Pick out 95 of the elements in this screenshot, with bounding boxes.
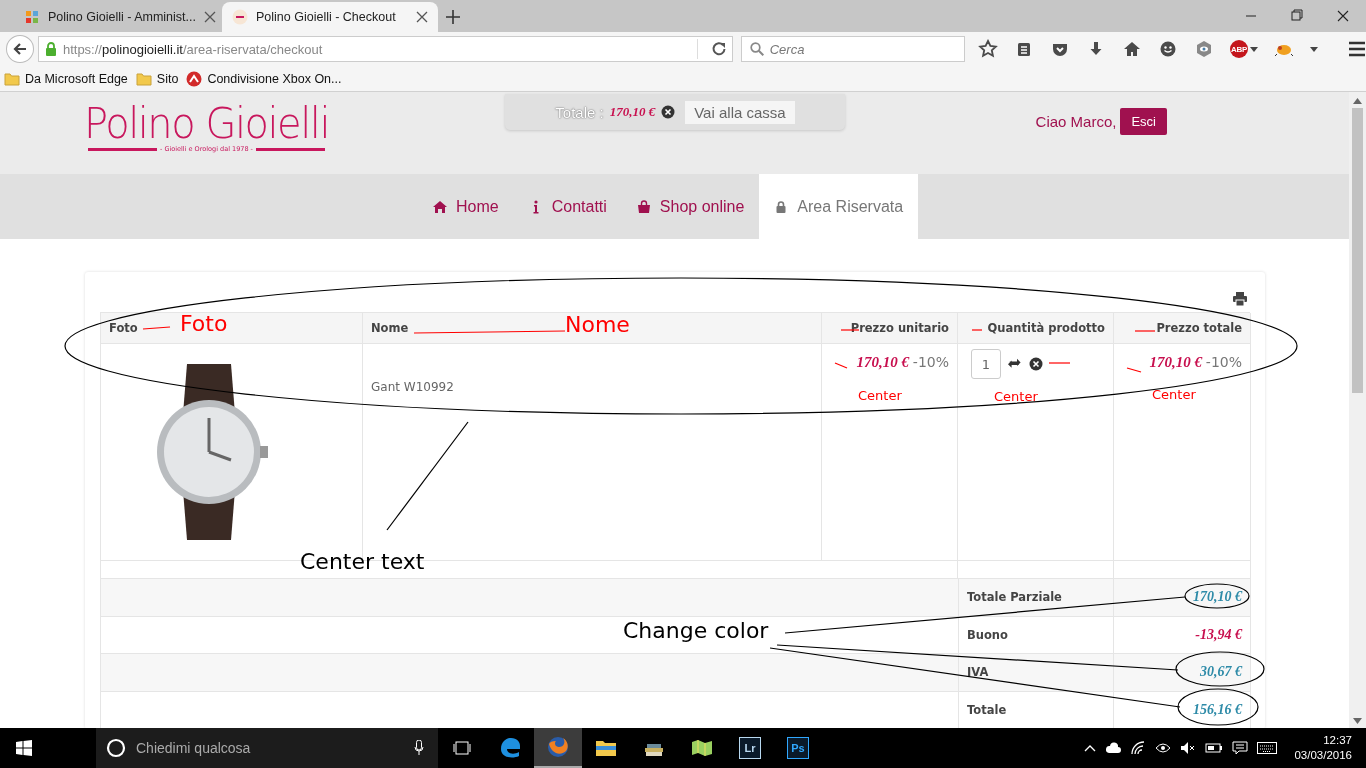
shopping-bag-icon [636,199,651,214]
cart-total-label: Totale : [555,103,604,121]
summary-value: 156,16 € [1193,701,1242,718]
url-text: https://polinogioielli.it/area-riservata/checkout [62,41,324,57]
cart-total-amount: 170,10 € [609,104,656,120]
microphone-icon[interactable] [414,740,424,756]
lock-icon [774,199,789,214]
site-favicon-icon [232,9,248,25]
smiley-icon[interactable] [1158,39,1178,59]
cortana-icon [106,738,126,758]
folder-icon [4,71,20,86]
address-bar[interactable]: https://polinogioielli.it/area-riservata/checkout [37,36,733,62]
print-icon[interactable] [1233,292,1247,306]
menu-item[interactable]: Home [418,174,514,239]
scroll-down-icon[interactable] [1353,718,1362,724]
checkout-button[interactable]: Vai alla cassa [685,100,795,124]
caret-up-icon[interactable] [1084,744,1097,752]
annotation-dash [971,329,983,331]
browser-tab[interactable]: Polino Gioielli - Amminist... [20,2,222,32]
clear-cart-icon[interactable] [661,105,676,119]
firefox-icon[interactable] [546,735,570,759]
bookmark[interactable]: Da Microsoft Edge [4,71,128,86]
menu-icon[interactable] [1348,41,1366,57]
column-header: Prezzo totale [1114,313,1251,344]
notifications-icon[interactable] [1232,741,1249,755]
annotation-dash [1134,330,1156,332]
annotation-label: Nome [565,313,630,338]
scroll-up-icon[interactable] [1353,98,1362,104]
annotation-ellipse [1184,583,1250,609]
eye-tray-icon[interactable] [1155,742,1172,754]
folder-icon [135,71,152,86]
greeting-text: Ciao Marco, [1035,113,1117,130]
summary-value: 170,10 € [1193,589,1242,606]
back-button[interactable] [6,35,34,63]
annotation-dash [1048,362,1071,364]
app-icon[interactable]: Ps [787,737,809,759]
annotation-label: Foto [180,312,228,337]
home-icon [433,199,447,214]
unit-price: 170,10 € [856,354,909,370]
star-icon[interactable] [978,39,998,59]
clock[interactable]: 12:37 03/03/2016 [1294,733,1352,763]
volume-muted-icon[interactable] [1180,741,1197,755]
adblock-badge[interactable]: ABP [1230,40,1248,58]
puzzle-logo-icon [24,9,40,25]
task-view-icon[interactable] [453,741,471,755]
annotation-label: Center [858,389,902,404]
search-icon [749,42,764,56]
annotation-dash [834,362,848,369]
battery-icon[interactable] [1205,742,1224,754]
menu-item[interactable]: Shop online [621,174,760,239]
map-icon[interactable] [691,738,713,758]
new-tab-icon[interactable] [446,10,460,24]
close-icon[interactable] [203,11,216,23]
annotation-label: Center [994,390,1038,405]
browser-tab[interactable]: Polino Gioielli - Checkout [222,2,438,32]
eye-icon[interactable] [1194,39,1214,59]
annotation-label: Change color [623,619,769,644]
column-header: Quantità prodotto [958,313,1114,344]
total-price: 170,10 € [1149,354,1202,370]
annotation-dash [142,326,171,330]
windows-logo-icon[interactable] [16,740,32,756]
keyboard-icon[interactable] [1257,742,1278,754]
lock-icon [44,42,57,56]
scrollbar-thumb[interactable] [1352,108,1363,393]
cloud-icon[interactable] [1105,742,1122,754]
summary-value: 30,67 € [1200,664,1242,681]
close-icon[interactable] [416,11,428,23]
folder-icon[interactable] [595,738,617,758]
summary-label: IVA [958,654,1114,692]
summary-label: Totale Parziale [958,579,1114,617]
update-icon[interactable] [1008,357,1022,371]
caret-icon[interactable] [1310,46,1318,52]
xbox-icon [186,70,203,87]
bookmark[interactable]: Condivisione Xbox On... [186,70,342,87]
annotation-label: Center [1152,388,1196,403]
discount-text: -10% [1205,354,1242,370]
edge-icon[interactable] [499,737,521,759]
quantity-input[interactable]: 1 [971,349,1001,379]
annotation-dash [1126,367,1142,373]
discount-text: -10% [912,354,949,370]
column-header: Prezzo unitario [822,313,958,344]
logout-button[interactable]: Esci [1120,108,1167,135]
annotation-dash [840,329,860,331]
back-arrow-icon [11,41,28,57]
summary-value: -13,94 € [1195,626,1242,643]
app-icon[interactable]: Lr [739,737,761,759]
taskbar-search-field[interactable]: Chiedimi qualcosa [96,728,438,768]
search-field[interactable]: Cerca [740,36,965,62]
menu-item[interactable]: Contatti [513,174,622,239]
menu-item[interactable]: Area Riservata [759,174,919,239]
wifi-icon[interactable] [1130,741,1147,755]
caret-icon[interactable] [1250,46,1258,52]
home-icon[interactable] [1122,39,1142,59]
remove-icon[interactable] [1029,357,1043,371]
bookmark[interactable]: Sito [135,71,179,86]
